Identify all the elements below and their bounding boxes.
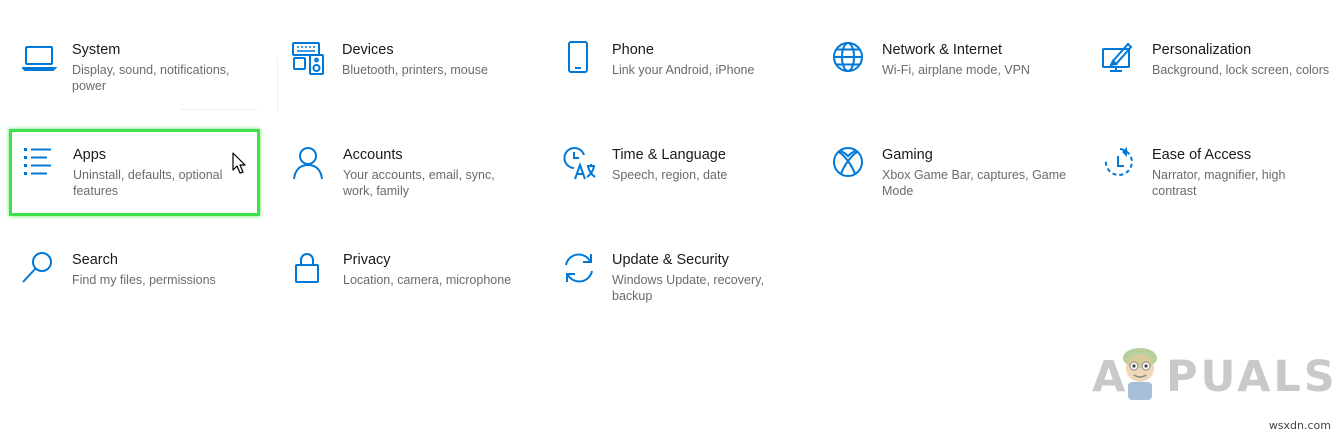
tile-system[interactable]: System Display, sound, notifications, po… <box>22 41 262 101</box>
tile-devices[interactable]: Devices Bluetooth, printers, mouse <box>292 41 532 101</box>
time-language-icon <box>562 146 598 182</box>
divider <box>180 109 258 110</box>
tile-title: Privacy <box>343 252 391 268</box>
ease-of-access-icon <box>1102 146 1138 182</box>
tile-accounts[interactable]: Accounts Your accounts, email, sync, wor… <box>293 146 533 206</box>
person-icon <box>293 146 329 182</box>
tile-time-language[interactable]: Time & Language Speech, region, date <box>562 146 802 206</box>
mouse-cursor-icon <box>232 152 248 176</box>
tile-title: Apps <box>73 147 107 163</box>
source-footer: wsxdn.com <box>1268 419 1331 432</box>
tile-title: Update & Security <box>612 252 729 268</box>
tile-title: Phone <box>612 42 654 58</box>
tile-description: Windows Update, recovery, backup <box>612 273 764 303</box>
tile-description: Find my files, permissions <box>72 273 216 287</box>
tile-title: Search <box>72 252 118 268</box>
devices-icon <box>292 41 328 77</box>
tile-description: Speech, region, date <box>612 168 728 182</box>
personalization-icon <box>1102 41 1138 77</box>
tile-personalization[interactable]: Personalization Background, lock screen,… <box>1102 41 1332 101</box>
laptop-icon <box>22 41 58 77</box>
tile-description: Location, camera, microphone <box>343 273 512 287</box>
globe-icon <box>832 41 868 77</box>
tile-description: Link your Android, iPhone <box>612 63 755 77</box>
tile-title: Devices <box>342 42 394 58</box>
tile-phone[interactable]: Phone Link your Android, iPhone <box>562 41 802 101</box>
watermark-mascot-icon <box>1117 344 1163 402</box>
tile-title: Personalization <box>1152 42 1252 58</box>
tile-description: Your accounts, email, sync, work, family <box>343 168 495 198</box>
tile-title: Time & Language <box>612 147 726 163</box>
tile-network[interactable]: Network & Internet Wi-Fi, airplane mode,… <box>832 41 1072 101</box>
tile-description: Background, lock screen, colors <box>1152 63 1330 77</box>
tile-search[interactable]: Search Find my files, permissions <box>22 251 262 311</box>
search-icon <box>22 251 58 287</box>
tile-title: Network & Internet <box>882 42 1003 58</box>
tile-title: System <box>72 42 121 58</box>
xbox-icon <box>832 146 868 182</box>
tile-title: Gaming <box>882 147 933 163</box>
tile-title: Ease of Access <box>1152 147 1252 163</box>
tile-description: Uninstall, defaults, optional features <box>73 168 223 198</box>
tile-ease-of-access[interactable]: Ease of Access Narrator, magnifier, high… <box>1102 146 1332 206</box>
lock-icon <box>293 251 329 287</box>
apps-list-icon <box>23 146 59 182</box>
tile-update-security[interactable]: Update & Security Windows Update, recove… <box>562 251 802 311</box>
tile-description: Narrator, magnifier, high contrast <box>1152 168 1286 198</box>
watermark-text-right: PUALS <box>1166 352 1338 402</box>
tile-apps[interactable]: Apps Uninstall, defaults, optional featu… <box>23 146 258 206</box>
tile-description: Display, sound, notifications, power <box>72 63 230 93</box>
phone-icon <box>562 41 598 77</box>
tile-description: Xbox Game Bar, captures, Game Mode <box>882 168 1067 198</box>
tile-description: Bluetooth, printers, mouse <box>342 63 488 77</box>
tile-description: Wi-Fi, airplane mode, VPN <box>882 63 1030 77</box>
tile-title: Accounts <box>343 147 403 163</box>
divider <box>277 58 278 112</box>
tile-privacy[interactable]: Privacy Location, camera, microphone <box>293 251 533 311</box>
refresh-icon <box>562 251 598 287</box>
tile-gaming[interactable]: Gaming Xbox Game Bar, captures, Game Mod… <box>832 146 1072 206</box>
